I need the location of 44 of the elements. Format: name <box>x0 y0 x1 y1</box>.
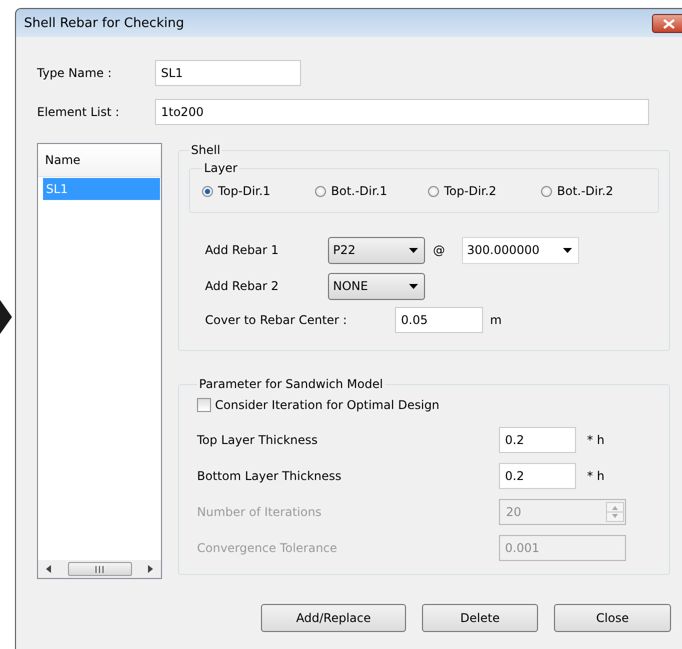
iteration-checkbox[interactable]: Consider Iteration for Optimal Design <box>197 393 659 417</box>
dialog-button[interactable]: Delete <box>422 604 538 632</box>
element-list-field[interactable]: 1to200 <box>155 99 649 125</box>
grip-icon <box>95 566 104 572</box>
close-icon <box>663 18 675 28</box>
field-label: Convergence Tolerance <box>197 541 338 555</box>
arrow-icon <box>0 300 12 334</box>
spacing-dropdown[interactable]: 300.000000 <box>462 236 579 264</box>
dialog-button[interactable]: Close <box>554 604 671 632</box>
field-label: Number of Iterations <box>197 505 323 519</box>
group-title: Parameter for Sandwich Model <box>198 377 384 391</box>
caret-icon <box>409 284 418 288</box>
group-title: Shell <box>190 143 222 157</box>
scroll-right-icon[interactable] <box>148 565 153 573</box>
group-title: Layer <box>203 161 238 175</box>
rebar-dropdown[interactable]: P22 <box>328 236 425 264</box>
value-field[interactable]: 0.2 <box>499 427 576 453</box>
scroll-left-icon[interactable] <box>46 565 51 573</box>
layer-radio[interactable]: Bot.-Dir.1 <box>315 184 428 198</box>
scroll-thumb[interactable] <box>68 562 132 576</box>
cover-field[interactable]: 0.05 <box>395 307 483 333</box>
layer-radio[interactable]: Top-Dir.2 <box>428 184 541 198</box>
type-name-field[interactable]: SL1 <box>155 60 301 86</box>
unit-label: * h <box>587 433 604 447</box>
horizontal-scrollbar[interactable] <box>38 560 161 578</box>
field-label: Element List : <box>37 105 120 119</box>
close-button[interactable] <box>652 14 682 33</box>
window-title: Shell Rebar for Checking <box>24 16 184 30</box>
caret-icon <box>409 248 418 252</box>
at-sign: @ <box>432 243 446 257</box>
rebar-dropdown[interactable]: NONE <box>328 272 425 300</box>
dialog-button[interactable]: Add/Replace <box>261 604 406 632</box>
unit-label: * h <box>587 469 604 483</box>
value-field[interactable]: 0.2 <box>499 463 576 489</box>
field-label: Add Rebar 1 <box>205 243 280 257</box>
layer-radio[interactable]: Top-Dir.1 <box>202 184 315 198</box>
field-label: Cover to Rebar Center : <box>205 313 348 327</box>
field-label: Add Rebar 2 <box>205 279 280 293</box>
field-label: Top Layer Thickness <box>197 433 319 447</box>
caret-icon <box>563 248 572 252</box>
field-label: Type Name : <box>37 66 113 80</box>
layer-radio[interactable]: Bot.-Dir.2 <box>541 184 654 198</box>
field-label: Bottom Layer Thickness <box>197 469 342 483</box>
unit-label: m <box>490 313 502 327</box>
